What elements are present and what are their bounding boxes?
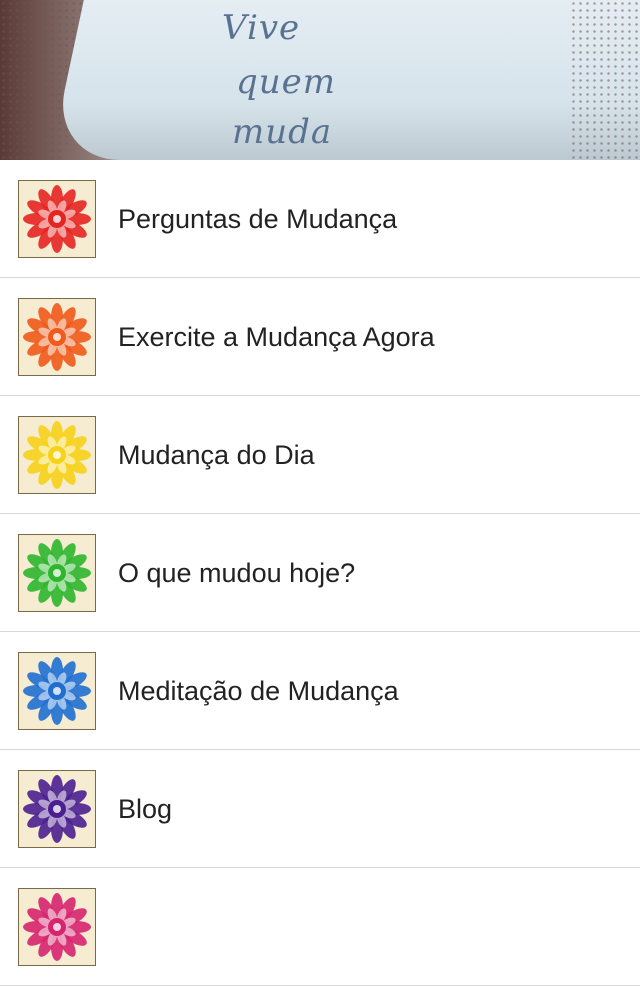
- handwriting-line-1: Vive: [222, 8, 301, 48]
- menu-item-label: Perguntas de Mudança: [118, 203, 398, 234]
- menu-item-label: Meditação de Mudança: [118, 675, 399, 706]
- red-mandala-icon: [18, 180, 96, 258]
- menu-item-label: Exercite a Mudança Agora: [118, 321, 435, 352]
- pink-mandala-icon: [18, 888, 96, 966]
- menu-item-exercite[interactable]: Exercite a Mudança Agora: [0, 278, 640, 396]
- menu-item-label: Blog: [118, 793, 173, 824]
- menu-item-perguntas[interactable]: Perguntas de Mudança: [0, 160, 640, 278]
- menu-item-mudanca-do-dia[interactable]: Mudança do Dia: [0, 396, 640, 514]
- handwriting-line-3: muda: [232, 112, 333, 152]
- header-photo: Vive quem muda: [0, 0, 640, 160]
- handwriting-line-2: quem: [236, 62, 337, 102]
- green-mandala-icon: [18, 534, 96, 612]
- menu-item-blog[interactable]: Blog: [0, 750, 640, 868]
- menu-item-label: Mudança do Dia: [118, 439, 315, 470]
- yellow-mandala-icon: [18, 416, 96, 494]
- gravel-texture-right: [570, 0, 640, 160]
- blue-mandala-icon: [18, 652, 96, 730]
- menu-item-label: O que mudou hoje?: [118, 557, 356, 588]
- menu-list: Perguntas de Mudança Exercite a Mudança …: [0, 160, 640, 986]
- menu-item-partial[interactable]: [0, 868, 640, 986]
- orange-mandala-icon: [18, 298, 96, 376]
- menu-item-meditacao[interactable]: Meditação de Mudança: [0, 632, 640, 750]
- purple-mandala-icon: [18, 770, 96, 848]
- stone-slab: [49, 0, 640, 160]
- menu-item-o-que-mudou[interactable]: O que mudou hoje?: [0, 514, 640, 632]
